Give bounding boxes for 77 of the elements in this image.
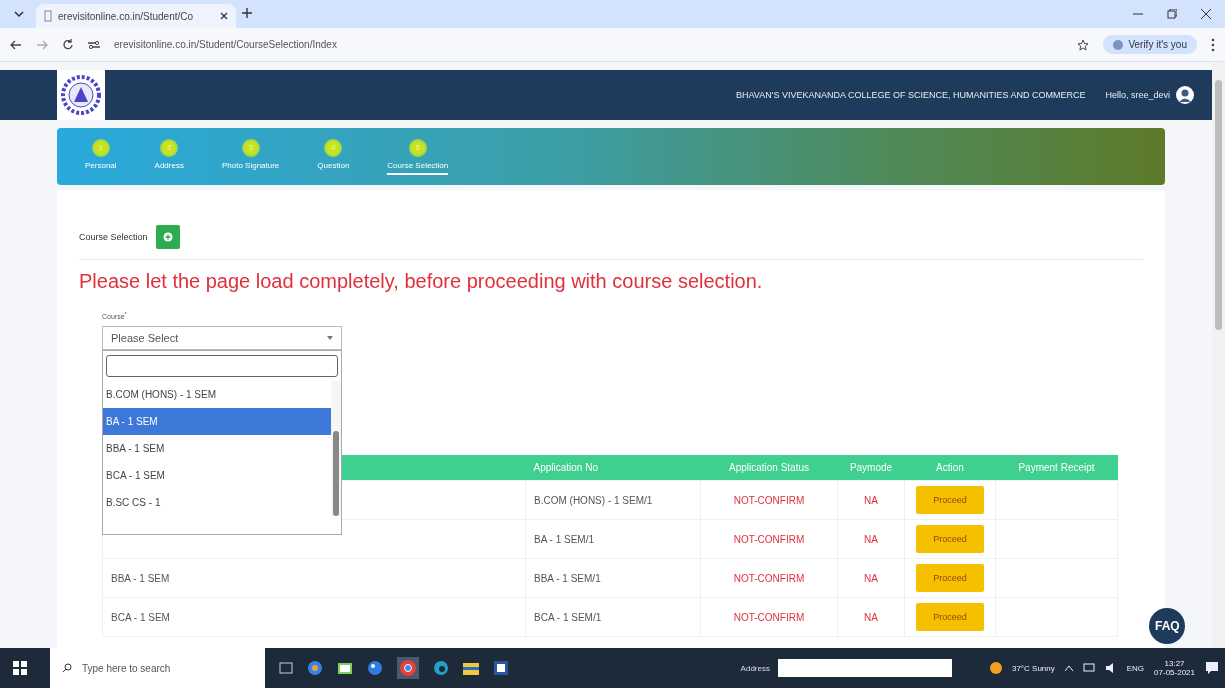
profile-button[interactable]: Verify it's you bbox=[1103, 35, 1197, 54]
reload-icon[interactable] bbox=[62, 38, 74, 51]
proceed-button[interactable]: Proceed bbox=[916, 486, 984, 515]
table-cell: NA bbox=[837, 480, 905, 520]
weather-text[interactable]: 37°C Sunny bbox=[1011, 663, 1055, 673]
windows-start-icon[interactable] bbox=[13, 661, 27, 675]
course-select[interactable]: Please Select bbox=[102, 326, 342, 351]
scrollbar-thumb[interactable] bbox=[333, 431, 339, 517]
table-cell: NA bbox=[837, 519, 905, 559]
folder-icon[interactable] bbox=[463, 661, 479, 675]
plus-icon[interactable] bbox=[242, 8, 252, 18]
chrome-icon[interactable] bbox=[397, 657, 419, 679]
taskbar-search-field[interactable]: Type here to search bbox=[50, 648, 265, 688]
address-bar[interactable]: erevisitonline.co.in/Student/CourseSelection/Index bbox=[114, 39, 1064, 50]
avatar-icon bbox=[1113, 39, 1124, 50]
close-icon[interactable] bbox=[1201, 9, 1211, 19]
proceed-button[interactable]: Proceed bbox=[916, 564, 984, 593]
user-avatar-icon[interactable] bbox=[1176, 86, 1194, 104]
network-icon[interactable] bbox=[1082, 662, 1095, 674]
column-header: Application No bbox=[525, 455, 701, 481]
page-icon bbox=[44, 10, 52, 22]
column-header: Payment Receipt bbox=[995, 455, 1118, 481]
table-cell: NOT-CONFIRM bbox=[700, 519, 838, 559]
faq-button[interactable]: FAQ bbox=[1149, 608, 1185, 644]
dropdown-option[interactable]: BA - 1 SEM bbox=[103, 408, 331, 436]
user-greeting: Hello, sree_devi bbox=[1105, 90, 1170, 100]
warning-message: Please let the page load completely, before proceeding with course selection. bbox=[79, 270, 764, 293]
clock-time[interactable]: 13:27 bbox=[1164, 659, 1185, 668]
kebab-menu-icon[interactable] bbox=[1211, 37, 1215, 52]
table-cell: NA bbox=[837, 558, 905, 598]
close-icon[interactable] bbox=[220, 12, 228, 20]
app-icon[interactable] bbox=[367, 660, 383, 676]
table-cell: NA bbox=[837, 597, 905, 637]
dropdown-option[interactable]: B.SC CS - 1 bbox=[103, 489, 331, 517]
weather-sun-icon bbox=[989, 662, 1002, 674]
dropdown-option[interactable]: BCA - 1 SEM bbox=[103, 462, 331, 490]
column-header: Paymode bbox=[837, 455, 905, 481]
college-name: BHAVAN'S VIVEKANANDA COLLEGE OF SCIENCE, HUMANITIES AND COMMERCE bbox=[736, 90, 1086, 100]
back-icon[interactable] bbox=[10, 39, 22, 50]
section-title: Course Selection bbox=[79, 232, 148, 242]
search-icon bbox=[62, 663, 72, 673]
proceed-button[interactable]: Proceed bbox=[916, 603, 984, 632]
table-cell: BA - 1 SEM/1 bbox=[525, 519, 701, 559]
scrollbar-thumb[interactable] bbox=[1215, 80, 1222, 330]
edge-icon[interactable] bbox=[433, 660, 449, 676]
search-field[interactable] bbox=[106, 355, 338, 378]
table-cell: BCA - 1 SEM bbox=[102, 597, 526, 637]
table-cell: BCA - 1 SEM/1 bbox=[525, 597, 701, 637]
college-logo-icon bbox=[57, 70, 105, 120]
dropdown-option[interactable]: B.COM (HONS) - 1 SEM bbox=[103, 381, 331, 409]
tab-list-icon[interactable] bbox=[14, 10, 24, 18]
address-toolbar-label: Address bbox=[740, 663, 770, 673]
caret-icon bbox=[327, 336, 333, 341]
clock-date[interactable]: 07-05-2021 bbox=[1154, 668, 1195, 677]
table-cell: NOT-CONFIRM bbox=[700, 558, 838, 598]
language-indicator[interactable]: ENG bbox=[1126, 663, 1145, 673]
table-cell: BBA - 1 SEM/1 bbox=[525, 558, 701, 598]
table-cell: NOT-CONFIRM bbox=[700, 480, 838, 520]
app-icon[interactable] bbox=[307, 660, 323, 676]
column-header: Application Status bbox=[700, 455, 838, 481]
restore-icon[interactable] bbox=[1167, 9, 1177, 19]
table-cell: NOT-CONFIRM bbox=[700, 597, 838, 637]
plus-icon bbox=[162, 232, 173, 242]
table-cell: BBA - 1 SEM bbox=[102, 558, 526, 598]
table-cell: B.COM (HONS) - 1 SEM/1 bbox=[525, 480, 701, 520]
star-icon[interactable] bbox=[1077, 38, 1090, 51]
browser-tab[interactable]: erevisitonline.co.in/Student/Co bbox=[36, 4, 236, 28]
add-button[interactable] bbox=[155, 225, 180, 249]
task-view-icon[interactable] bbox=[279, 662, 293, 674]
app-icon[interactable] bbox=[337, 660, 353, 676]
column-header: Action bbox=[904, 455, 996, 481]
app-icon[interactable] bbox=[493, 660, 509, 676]
site-info-icon[interactable] bbox=[88, 39, 100, 50]
proceed-button[interactable]: Proceed bbox=[916, 525, 984, 554]
notification-icon[interactable] bbox=[1205, 661, 1219, 675]
dropdown-option[interactable]: BBA - 1 SEM bbox=[103, 435, 331, 463]
address-field[interactable] bbox=[777, 659, 952, 677]
